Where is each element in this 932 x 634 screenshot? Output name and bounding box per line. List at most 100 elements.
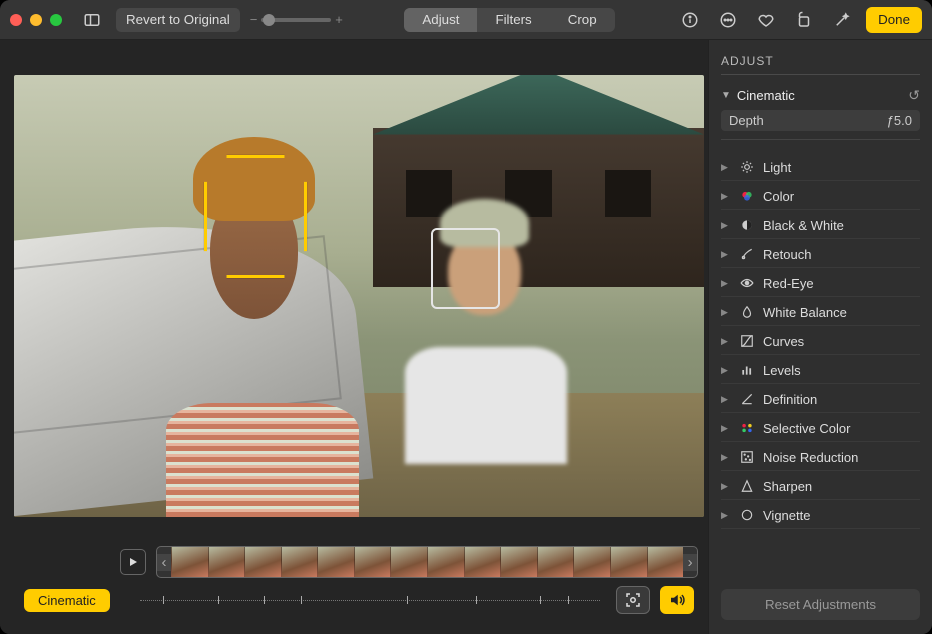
color-icon (739, 188, 755, 204)
sidebar-title: ADJUST (721, 50, 920, 75)
depth-track[interactable] (140, 588, 600, 612)
revert-label: Revert to Original (126, 12, 230, 27)
adjustment-label: Retouch (763, 247, 811, 262)
more-button[interactable] (714, 6, 742, 34)
chevron-right-icon: ▶ (721, 452, 731, 463)
photo-canvas[interactable] (14, 75, 704, 517)
cinematic-section-label: Cinematic (737, 88, 795, 103)
adjustment-vignette[interactable]: ▶Vignette (721, 502, 920, 529)
cinematic-reset-icon[interactable]: ↺ (908, 87, 920, 104)
adjustment-label: Sharpen (763, 479, 812, 494)
adjustment-label: Noise Reduction (763, 450, 858, 465)
defn-icon (739, 391, 755, 407)
window-controls (10, 14, 62, 26)
adjustment-label: Definition (763, 392, 817, 407)
chevron-right-icon: ▶ (721, 365, 731, 376)
adjustment-redeye[interactable]: ▶ Red-Eye (721, 270, 920, 297)
done-button[interactable]: Done (866, 7, 922, 33)
bw-icon (739, 217, 755, 233)
focus-mode-button[interactable] (616, 586, 650, 614)
adjustment-selcol[interactable]: ▶ Selective Color (721, 415, 920, 442)
close-window-button[interactable] (10, 14, 22, 26)
depth-label: Depth (729, 113, 764, 128)
adjustment-color[interactable]: ▶ Color (721, 183, 920, 210)
primary-focus-bracket[interactable] (204, 155, 308, 279)
chevron-right-icon: ▶ (721, 423, 731, 434)
adjustment-wb[interactable]: ▶ White Balance (721, 299, 920, 326)
chevron-right-icon: ▶ (721, 394, 731, 405)
adjustment-curves[interactable]: ▶ Curves (721, 328, 920, 355)
adjustments-list: ▶Light▶Color▶Black & White▶Retouch▶Red-E… (721, 154, 920, 529)
noise-icon (739, 449, 755, 465)
photo-area (14, 56, 704, 536)
vignette-icon (739, 507, 755, 523)
info-button[interactable] (676, 6, 704, 34)
auto-enhance-button[interactable] (828, 6, 856, 34)
main-area: ‹ › Cinematic (0, 40, 932, 634)
minimize-window-button[interactable] (30, 14, 42, 26)
timeline-row: ‹ › (14, 536, 704, 580)
video-timeline[interactable]: ‹ › (156, 546, 698, 578)
edit-mode-tabs: Adjust Filters Crop (404, 8, 614, 32)
adjustment-sharpen[interactable]: ▶ Sharpen (721, 473, 920, 500)
cinematic-toggle-button[interactable]: Cinematic (24, 589, 110, 612)
adjustment-label: Levels (763, 363, 801, 378)
zoom-in-icon: + (335, 12, 343, 27)
adjustment-defn[interactable]: ▶ Definition (721, 386, 920, 413)
zoom-window-button[interactable] (50, 14, 62, 26)
viewer-panel: ‹ › Cinematic (0, 40, 708, 634)
cinematic-section[interactable]: ▼ Cinematic ↺ Depth ƒ5.0 (721, 87, 920, 140)
tab-crop[interactable]: Crop (550, 8, 615, 32)
redeye-icon (739, 275, 755, 291)
adjustment-label: Curves (763, 334, 804, 349)
reset-adjustments-button[interactable]: Reset Adjustments (721, 589, 920, 620)
zoom-out-icon: − (250, 12, 258, 27)
volume-button[interactable] (660, 586, 694, 614)
adjustment-label: White Balance (763, 305, 847, 320)
sharpen-icon (739, 478, 755, 494)
rotate-button[interactable] (790, 6, 818, 34)
revert-button[interactable]: Revert to Original (116, 8, 240, 32)
depth-row[interactable]: Depth ƒ5.0 (721, 110, 920, 131)
levels-icon (739, 362, 755, 378)
adjustment-light[interactable]: ▶ Light (721, 154, 920, 181)
tab-adjust[interactable]: Adjust (404, 8, 477, 32)
tab-filters[interactable]: Filters (477, 8, 549, 32)
curves-icon (739, 333, 755, 349)
trim-end-handle[interactable]: › (683, 554, 697, 571)
chevron-right-icon: ▶ (721, 307, 731, 318)
chevron-right-icon: ▶ (721, 510, 731, 521)
adjustment-label: Color (763, 189, 794, 204)
chevron-right-icon: ▶ (721, 481, 731, 492)
adjustment-levels[interactable]: ▶ Levels (721, 357, 920, 384)
chevron-right-icon: ▶ (721, 162, 731, 173)
favorite-button[interactable] (752, 6, 780, 34)
zoom-track[interactable] (261, 18, 331, 22)
adjustment-label: Red-Eye (763, 276, 814, 291)
adjust-sidebar: ADJUST ▼ Cinematic ↺ Depth ƒ5.0 ▶ Light ▶ C… (708, 40, 932, 634)
chevron-right-icon: ▶ (721, 249, 731, 260)
chevron-right-icon: ▶ (721, 191, 731, 202)
photos-edit-window: Revert to Original − + Adjust Filters Cr… (0, 0, 932, 634)
adjustment-retouch[interactable]: ▶ Retouch (721, 241, 920, 268)
wb-icon (739, 304, 755, 320)
chevron-down-icon: ▼ (721, 90, 731, 101)
chevron-right-icon: ▶ (721, 278, 731, 289)
zoom-thumb[interactable] (263, 14, 275, 26)
sidebar-toggle-button[interactable] (78, 6, 106, 34)
zoom-slider[interactable]: − + (250, 12, 343, 27)
adjustment-bw[interactable]: ▶Black & White (721, 212, 920, 239)
retouch-icon (739, 246, 755, 262)
chevron-right-icon: ▶ (721, 220, 731, 231)
adjustment-label: Light (763, 160, 791, 175)
chevron-right-icon: ▶ (721, 336, 731, 347)
play-button[interactable] (120, 549, 146, 575)
light-icon (739, 159, 755, 175)
depth-value: ƒ5.0 (887, 113, 912, 128)
controls-row: Cinematic (14, 580, 704, 628)
toolbar: Revert to Original − + Adjust Filters Cr… (0, 0, 932, 40)
trim-start-handle[interactable]: ‹ (157, 554, 171, 571)
secondary-focus-bracket[interactable] (431, 228, 500, 310)
adjustment-label: Selective Color (763, 421, 850, 436)
adjustment-noise[interactable]: ▶ Noise Reduction (721, 444, 920, 471)
